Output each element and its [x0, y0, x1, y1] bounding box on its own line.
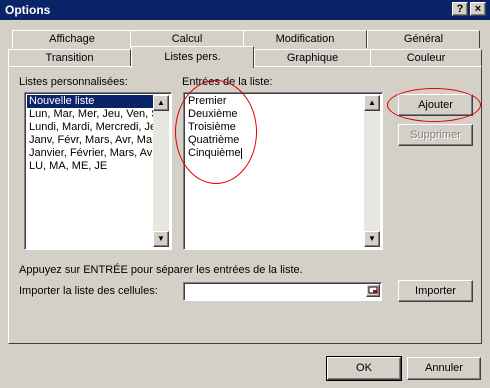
close-button[interactable]: ×	[470, 2, 486, 16]
list-item[interactable]: Lundi, Mardi, Mercredi, Jeu	[27, 121, 162, 134]
close-icon: ×	[474, 3, 482, 15]
list-item[interactable]: Nouvelle liste	[27, 95, 153, 108]
arrow-up-icon: ▲	[368, 98, 376, 107]
arrow-down-icon: ▼	[157, 234, 165, 243]
annotation-circle-entries	[175, 80, 257, 184]
tab-couleur[interactable]: Couleur	[370, 49, 482, 67]
tab-general[interactable]: Général	[367, 30, 480, 48]
custom-lists-listbox[interactable]: Nouvelle liste Lun, Mar, Mer, Jeu, Ven, …	[24, 92, 172, 250]
custom-lists-scrollbar[interactable]: ▲ ▼	[153, 95, 169, 247]
list-item[interactable]: Lun, Mar, Mer, Jeu, Ven, S	[27, 108, 159, 121]
tab-graphique[interactable]: Graphique	[254, 49, 371, 67]
help-button[interactable]: ?	[452, 2, 468, 16]
delete-button[interactable]: Supprimer	[398, 124, 473, 146]
cancel-button[interactable]: Annuler	[407, 357, 481, 380]
scroll-down-button[interactable]: ▼	[153, 231, 169, 247]
scroll-up-button[interactable]: ▲	[364, 95, 380, 111]
tab-modification[interactable]: Modification	[243, 30, 367, 48]
tab-listes-pers[interactable]: Listes pers.	[131, 46, 254, 68]
annotation-circle-add	[387, 88, 481, 122]
import-button[interactable]: Importer	[398, 280, 473, 302]
list-item[interactable]: Janv, Févr, Mars, Avr, Ma	[27, 134, 153, 147]
range-picker-icon	[368, 286, 378, 294]
range-picker-button[interactable]	[366, 284, 380, 297]
ok-button[interactable]: OK	[326, 356, 402, 381]
list-item[interactable]: Janvier, Février, Mars, Av	[27, 147, 153, 160]
scroll-up-button[interactable]: ▲	[153, 95, 169, 111]
arrow-up-icon: ▲	[157, 98, 165, 107]
window-title: Options	[5, 3, 51, 17]
help-icon: ?	[456, 3, 464, 15]
import-label: Importer la liste des cellules:	[19, 285, 158, 297]
tab-affichage[interactable]: Affichage	[12, 30, 132, 48]
list-entries-scrollbar[interactable]: ▲ ▼	[364, 95, 380, 247]
custom-lists-label: Listes personnalisées:	[19, 76, 128, 88]
title-bar: Options ? ×	[0, 0, 490, 20]
tab-transition[interactable]: Transition	[8, 49, 131, 67]
list-item[interactable]: LU, MA, ME, JE	[27, 160, 153, 173]
scroll-down-button[interactable]: ▼	[364, 231, 380, 247]
arrow-down-icon: ▼	[368, 234, 376, 243]
import-range-input[interactable]	[183, 282, 382, 301]
hint-text: Appuyez sur ENTRÉE pour séparer les entr…	[19, 264, 303, 276]
